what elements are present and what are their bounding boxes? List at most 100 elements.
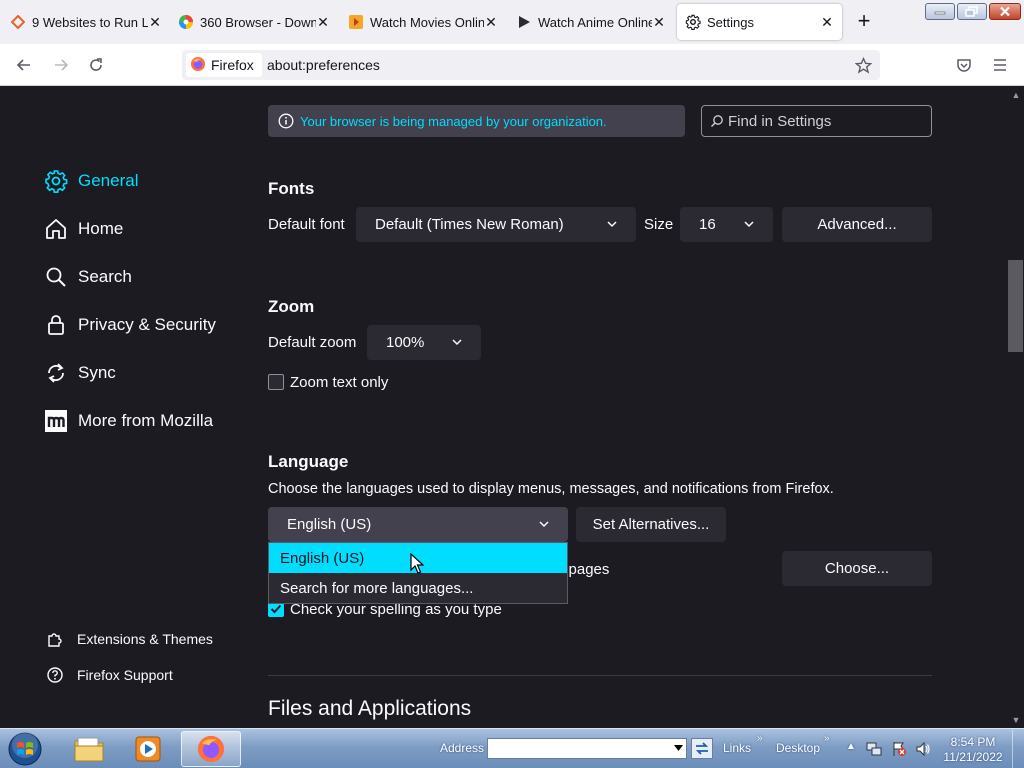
chevron-down-icon [744,221,754,228]
default-zoom-select[interactable]: 100% [367,325,481,360]
policies-managed-banner[interactable]: Your browser is being managed by your or… [268,105,685,137]
taskbar-desktop-label[interactable]: Desktop [776,741,820,755]
tab-websites[interactable]: 9 Websites to Run Lin ✕ [2,4,170,40]
links-chevron-icon[interactable]: » [757,733,763,744]
speaker-icon[interactable] [915,741,931,757]
minimize-icon [934,11,946,14]
tab-label: Watch Movies Online [370,14,484,30]
desktop-chevron-icon[interactable]: » [824,733,830,744]
movies-icon [348,14,364,30]
close-icon[interactable]: ✕ [820,14,834,31]
scrollbar-thumb[interactable] [1008,260,1023,352]
tab-watch-anime[interactable]: Watch Anime Online ✕ [508,4,674,40]
help-icon [46,666,64,684]
url-text[interactable]: about:preferences [267,57,380,73]
close-icon[interactable]: ✕ [316,14,330,31]
category-search[interactable]: Search [44,262,132,292]
section-divider [268,675,932,676]
taskbar-clock[interactable]: 8:54 PM 11/21/2022 [940,735,1006,765]
pocket-button[interactable] [952,53,976,77]
taskbar-links-label[interactable]: Links [723,741,751,755]
forward-arrow-icon [55,59,69,71]
tab-watch-movies[interactable]: Watch Movies Online ✕ [340,4,506,40]
tab-360-browser[interactable]: 360 Browser - Downlo ✕ [170,4,338,40]
close-icon[interactable]: ✕ [148,14,162,31]
taskbar-media-player[interactable] [119,731,177,767]
category-more-from-mozilla[interactable]: More from Mozilla [44,406,213,436]
reload-button[interactable] [84,53,108,77]
mozilla-icon [44,409,68,433]
show-desktop-button[interactable] [1012,730,1024,768]
media-player-icon [135,736,161,762]
windows-logo-icon [8,732,42,766]
play-icon [516,14,532,30]
show-hidden-icons-icon[interactable]: ▲ [846,741,856,752]
firefox-icon [197,735,225,763]
default-font-select[interactable]: Default (Times New Roman) [356,207,636,242]
default-zoom-label: Default zoom [268,334,357,351]
search-icon [44,265,68,289]
tab-label: 9 Websites to Run Lin [32,14,148,30]
taskbar-go-button[interactable] [691,738,713,759]
taskbar-address-input[interactable] [487,738,687,759]
restore-button[interactable] [957,3,987,20]
close-icon[interactable]: ✕ [652,14,666,31]
window-close-button[interactable] [989,3,1021,20]
action-center-warning-icon[interactable] [891,741,907,757]
identity-box[interactable]: Firefox [186,53,262,77]
network-icon[interactable] [866,741,882,757]
category-home[interactable]: Home [44,214,123,244]
zoom-text-only-checkbox[interactable] [268,374,284,390]
choose-translation-button[interactable]: Choose... [782,551,932,586]
size-label: Size [644,216,674,233]
new-tab-button[interactable]: + [852,10,876,34]
extensions-themes-link[interactable]: Extensions & Themes [46,628,213,650]
language-option-search-more[interactable]: Search for more languages... [269,573,567,603]
managed-text: Your browser is being managed by your or… [300,113,607,129]
find-in-settings-input[interactable] [728,112,918,130]
zoom-text-only-label: Zoom text only [290,374,389,391]
star-icon [854,56,872,74]
clock-date: 11/21/2022 [943,750,1003,764]
mouse-cursor-icon [410,553,424,574]
firefox-support-link[interactable]: Firefox Support [46,664,173,686]
minimize-button[interactable] [925,3,955,20]
font-size-select[interactable]: 16 [680,207,773,242]
page-scrollbar[interactable] [1008,86,1024,728]
sync-icon [44,361,68,385]
navigation-toolbar: Firefox about:preferences [0,44,1024,86]
gear-icon [44,169,68,193]
taskbar-address-label: Address [440,741,485,755]
close-icon[interactable]: ✕ [484,14,498,31]
taskbar-firefox[interactable] [181,731,241,767]
app-menu-button[interactable] [988,53,1012,77]
zoom-heading: Zoom [268,297,315,316]
category-privacy-security[interactable]: Privacy & Security [44,310,216,340]
taskbar-explorer[interactable] [60,731,118,767]
chevron-down-icon[interactable] [674,745,683,752]
language-select[interactable]: English (US) [268,507,568,542]
hamburger-menu-icon [994,59,1006,71]
scroll-down-arrow-icon[interactable]: ▼ [1008,713,1024,727]
files-applications-heading: Files and Applications [268,697,472,720]
search-icon [711,115,723,127]
url-bar[interactable]: Firefox about:preferences [182,50,880,80]
find-in-settings-box[interactable] [701,105,932,137]
windows-taskbar: Address Links » Desktop » ▲ 8:54 PM 11/2… [0,728,1024,768]
tab-settings[interactable]: Settings ✕ [677,4,842,40]
start-button[interactable] [6,731,44,767]
forward-button[interactable] [49,53,73,77]
category-label: Privacy & Security [78,315,216,334]
default-zoom-value: 100% [386,334,425,351]
360-browser-icon [178,14,194,30]
footer-label: Firefox Support [77,667,173,683]
back-button[interactable] [12,53,36,77]
bookmark-star-button[interactable] [851,53,875,77]
category-sync[interactable]: Sync [44,358,116,388]
set-alternatives-button[interactable]: Set Alternatives... [576,507,726,542]
advanced-fonts-button[interactable]: Advanced... [782,207,932,242]
tab-strip: 9 Websites to Run Lin ✕ 360 Browser - Do… [0,0,1024,44]
chevron-down-icon [452,339,462,346]
category-general[interactable]: General [44,166,138,196]
scroll-up-arrow-icon[interactable]: ▲ [1008,88,1024,102]
